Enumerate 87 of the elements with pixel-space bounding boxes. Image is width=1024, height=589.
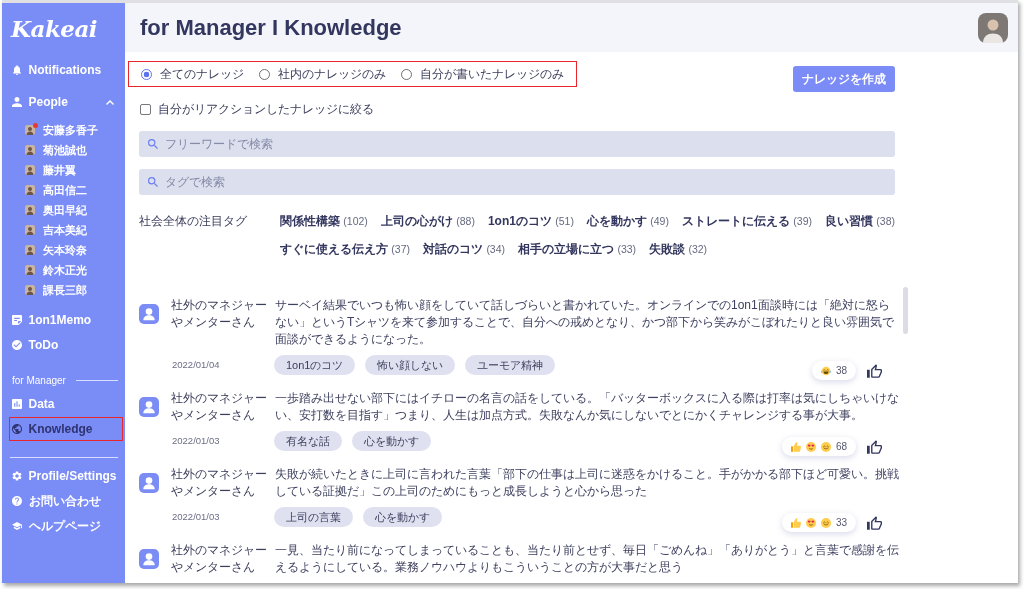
post-text: 失敗が続いたときに上司に言われた言葉「部下の仕事は上司に迷惑をかけること。手がかかる部下ほど可愛い。挑戦している証拠だ」この上司のためにもっと成長しようと心から思った [275, 466, 900, 500]
user-avatar-icon [139, 304, 159, 324]
tag-chip[interactable]: 心を動かす [352, 431, 431, 451]
tag-search-field[interactable]: タグで検索 [139, 169, 895, 195]
tag-link[interactable]: 相手の立場に立つ (33) [518, 241, 637, 257]
tag-link[interactable]: 1on1のコツ (51) [487, 213, 574, 229]
heart-eyes-face-icon [805, 517, 816, 528]
heart-eyes-face-icon [805, 441, 816, 452]
scrollbar-thumb[interactable] [903, 287, 908, 334]
avatar-icon [25, 265, 35, 275]
avatar-icon [25, 145, 35, 155]
page-title: for Manager I Knowledge [140, 14, 402, 41]
tag-chip[interactable]: 心を動かす [363, 507, 442, 527]
post-text: サーベイ結果でいつも怖い顔をしていて話しづらいと書かれていた。オンラインでの1on1面談時には「絶対に怒らない」というTシャツを来て参加することで、自分への戒めとなり、かつ部下から笑みがこぼれたりと良い雰囲気で面談ができるようになった。 [275, 297, 896, 348]
reaction-count: 33 [835, 517, 847, 528]
tag-link[interactable]: すぐに使える伝え方 (37) [280, 241, 411, 257]
tag-chip[interactable]: 1on1のコツ [274, 355, 356, 375]
person-icon [11, 97, 22, 107]
author-name: 社外のマネジャーやメンターさん [171, 297, 267, 331]
radio-button[interactable] [141, 68, 152, 80]
tag-link[interactable]: 失敗談 (32) [649, 241, 708, 257]
radio-label[interactable]: 全てのナレッジ [160, 65, 244, 83]
like-button[interactable] [867, 363, 882, 378]
thumbs-up-icon [867, 515, 882, 530]
user-avatar-icon [139, 473, 159, 493]
profile-avatar-icon[interactable] [978, 12, 1008, 43]
reaction-pill[interactable]: 33 [781, 513, 856, 532]
tag-chip[interactable]: 有名な話 [274, 431, 342, 451]
tag-link[interactable]: 心を動かす (49) [586, 213, 669, 229]
bar-chart-icon [11, 399, 22, 409]
avatar-icon [25, 185, 35, 195]
tag-chip[interactable]: ユーモア精神 [465, 355, 556, 375]
avatar-icon [25, 285, 35, 295]
radio-label[interactable]: 自分が書いたナレッジのみ [420, 65, 564, 83]
tag-link[interactable]: ストレートに伝える (39) [681, 213, 812, 229]
radio-button[interactable] [401, 68, 412, 80]
chevron-up-icon[interactable] [106, 99, 114, 105]
author-name: 社外のマネジャーやメンターさん [171, 390, 267, 424]
author-name: 社外のマネジャーやメンターさん [171, 542, 267, 576]
graduation-cap-icon [11, 521, 22, 531]
tag-chip[interactable]: 怖い顔しない [365, 355, 456, 375]
user-avatar-icon [139, 397, 159, 417]
post-date: 2022/01/04 [172, 359, 221, 372]
thumbs-up-icon [867, 363, 882, 378]
nav-item[interactable]: Knowledge [9, 417, 123, 441]
gear-icon [11, 471, 22, 481]
reaction-count: 38 [835, 365, 847, 376]
avatar-icon [25, 125, 35, 135]
tag-link[interactable]: 関係性構築 (102) [280, 213, 368, 229]
checkbox[interactable] [140, 103, 151, 115]
tag-link[interactable]: 上司の心がけ (88) [380, 213, 475, 229]
bell-icon [11, 65, 22, 75]
avatar-icon [25, 245, 35, 255]
tag-chip[interactable]: 上司の言葉 [274, 507, 353, 527]
like-button[interactable] [867, 515, 882, 530]
user-avatar-icon [139, 549, 159, 569]
tag-link[interactable]: 対話のコツ (34) [423, 241, 506, 257]
globe-icon [11, 424, 22, 434]
avatar-icon [25, 225, 35, 235]
post-date: 2022/01/03 [172, 435, 221, 448]
thumbs-up-emoji-icon [790, 441, 801, 452]
avatar-icon [25, 165, 35, 175]
memo-icon [11, 315, 22, 325]
smiling-face-icon [820, 441, 831, 452]
radio-button[interactable] [259, 68, 270, 80]
question-icon [11, 496, 22, 506]
thumbs-up-icon [867, 439, 882, 454]
author-name: 社外のマネジャーやメンターさん [171, 466, 267, 500]
section-label: 社会全体の注目タグ [139, 213, 248, 229]
reaction-count: 68 [835, 441, 847, 452]
avatar-icon [25, 205, 35, 215]
reaction-pill[interactable]: 38 [811, 361, 856, 380]
search-icon [148, 177, 158, 187]
section-label: for Manager [12, 374, 66, 386]
tag-link[interactable]: 良い習慣 (38) [825, 213, 895, 229]
search-field[interactable]: フリーワードで検索 [139, 131, 895, 157]
checkbox-label[interactable]: 自分がリアクションしたナレッジに絞る [158, 100, 374, 118]
smiling-face-icon [820, 517, 831, 528]
radio-label[interactable]: 社内のナレッジのみ [278, 65, 386, 83]
post-text: 一見、当たり前になってしまっていることも、当たり前とせず、毎日「ごめんね」「ありがとう」と言葉で感謝を伝えるようにしている。業務ノウハウよりもこういうことの方が大事だと思う [275, 542, 900, 576]
post-date: 2022/01/03 [172, 511, 221, 524]
search-icon [148, 139, 158, 149]
laughing-face-icon [820, 365, 831, 376]
post-text: 一歩踏み出せない部下にはイチローの名言の話をしている。「バッターボックスに入る際は打率は気にしちゃいけない、安打数を目指す」つまり、人生は加点方式。失敗なんか気にしないでとにかくチャレンジする事が大事。 [275, 390, 900, 424]
thumbs-up-emoji-icon [790, 517, 801, 528]
reaction-pill[interactable]: 68 [781, 437, 856, 456]
like-button[interactable] [867, 439, 882, 454]
